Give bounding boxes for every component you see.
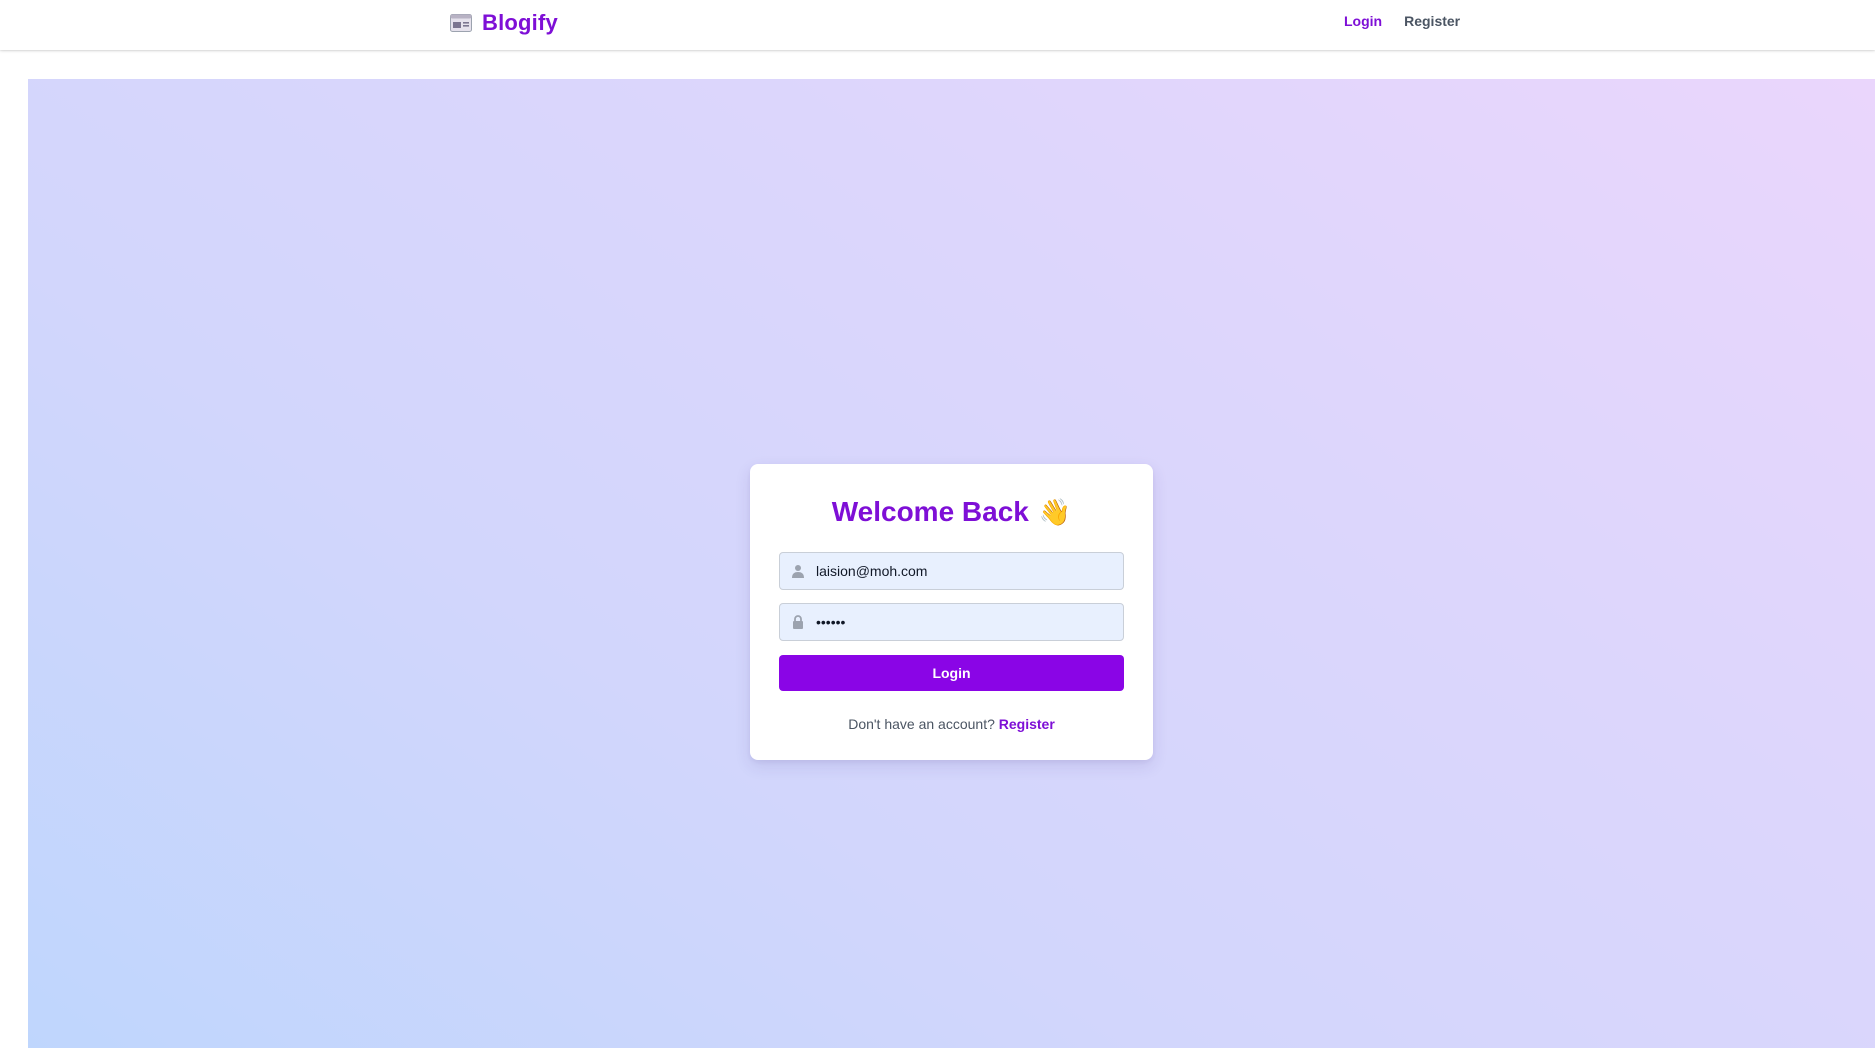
register-prompt: Don't have an account? Register <box>779 716 1124 732</box>
user-icon <box>791 564 805 578</box>
login-card: Welcome Back 👋 Login Don't ha <box>750 464 1153 760</box>
password-input[interactable] <box>816 607 1106 637</box>
password-field[interactable] <box>779 603 1124 641</box>
register-prompt-text: Don't have an account? <box>848 716 995 732</box>
brand-name: Blogify <box>482 10 558 35</box>
login-button[interactable]: Login <box>779 655 1124 691</box>
email-field[interactable] <box>779 552 1124 590</box>
card-title: Welcome Back 👋 <box>779 492 1124 532</box>
nav-links: Login Register <box>1344 13 1460 29</box>
lock-icon <box>791 615 805 629</box>
card-title-text: Welcome Back <box>831 496 1029 527</box>
top-navbar: Blogify Login Register <box>0 0 1875 50</box>
waving-hand-icon: 👋 <box>1038 497 1072 527</box>
login-form: Login <box>779 552 1124 691</box>
nav-login-link[interactable]: Login <box>1344 13 1382 29</box>
email-input[interactable] <box>816 556 1106 586</box>
nav-register-link[interactable]: Register <box>1404 13 1460 29</box>
brand[interactable]: Blogify <box>450 10 558 36</box>
newspaper-icon <box>450 14 472 32</box>
register-link[interactable]: Register <box>999 716 1055 732</box>
